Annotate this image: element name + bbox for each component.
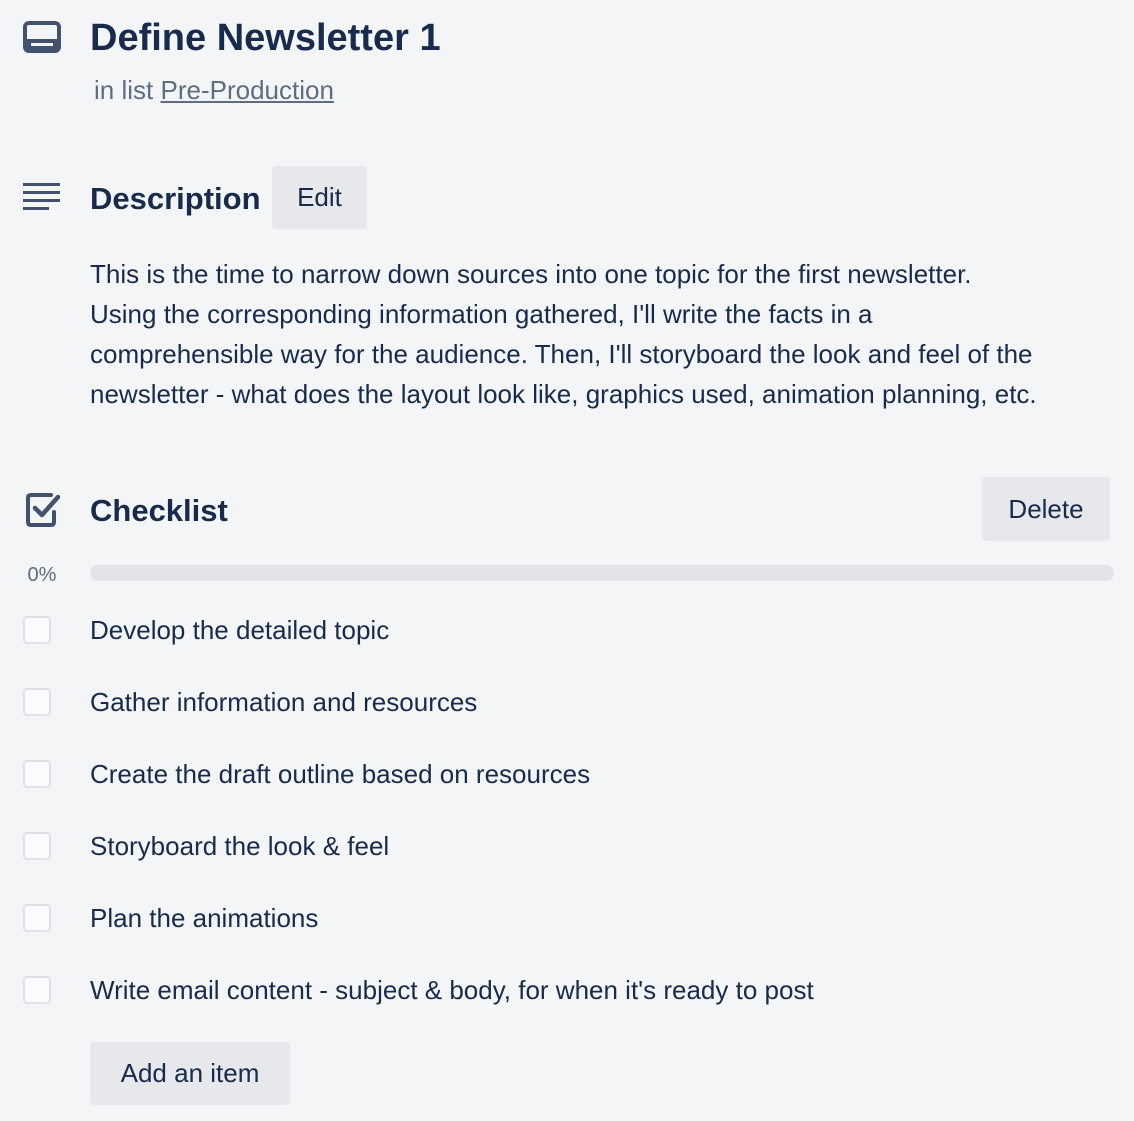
description-lines-icon bbox=[23, 182, 61, 212]
checkbox-checked-icon bbox=[24, 491, 62, 529]
checklist-item-checkbox[interactable] bbox=[23, 616, 51, 644]
checklist-item[interactable]: Write email content - subject & body, fo… bbox=[0, 954, 1134, 1026]
checklist-item-text[interactable]: Storyboard the look & feel bbox=[90, 826, 389, 866]
checklist-item-checkbox[interactable] bbox=[23, 688, 51, 716]
checklist-item-text[interactable]: Gather information and resources bbox=[90, 682, 477, 722]
checklist-item-text[interactable]: Write email content - subject & body, fo… bbox=[90, 970, 814, 1010]
delete-checklist-button[interactable]: Delete bbox=[982, 477, 1110, 541]
card-title: Define Newsletter 1 bbox=[90, 17, 441, 59]
checklist-item[interactable]: Develop the detailed topic bbox=[0, 594, 1134, 666]
checklist-item[interactable]: Gather information and resources bbox=[0, 666, 1134, 738]
checklist-item[interactable]: Storyboard the look & feel bbox=[0, 810, 1134, 882]
description-text[interactable]: This is the time to narrow down sources … bbox=[90, 254, 1120, 414]
add-item-button[interactable]: Add an item bbox=[90, 1042, 290, 1105]
checklist-item-checkbox[interactable] bbox=[23, 904, 51, 932]
progress-bar bbox=[90, 565, 1114, 581]
card-icon bbox=[23, 21, 61, 53]
checklist-item-checkbox[interactable] bbox=[23, 976, 51, 1004]
in-list-prefix: in list bbox=[94, 75, 154, 105]
checklist-item[interactable]: Create the draft outline based on resour… bbox=[0, 738, 1134, 810]
checklist-item-checkbox[interactable] bbox=[23, 760, 51, 788]
progress-percentage: 0% bbox=[27, 564, 57, 586]
checklist-heading: Checklist bbox=[90, 493, 228, 528]
list-link[interactable]: Pre-Production bbox=[160, 75, 333, 105]
description-heading: Description bbox=[90, 181, 261, 216]
checklist-item-text[interactable]: Develop the detailed topic bbox=[90, 610, 389, 650]
checklist-item-text[interactable]: Create the draft outline based on resour… bbox=[90, 754, 590, 794]
checklist-item[interactable]: Plan the animations bbox=[0, 882, 1134, 954]
edit-description-button[interactable]: Edit bbox=[272, 166, 367, 229]
checklist-items: Develop the detailed topic Gather inform… bbox=[0, 594, 1134, 1026]
checklist-item-checkbox[interactable] bbox=[23, 832, 51, 860]
in-list-line: in list Pre-Production bbox=[94, 72, 334, 108]
checklist-item-text[interactable]: Plan the animations bbox=[90, 898, 318, 938]
